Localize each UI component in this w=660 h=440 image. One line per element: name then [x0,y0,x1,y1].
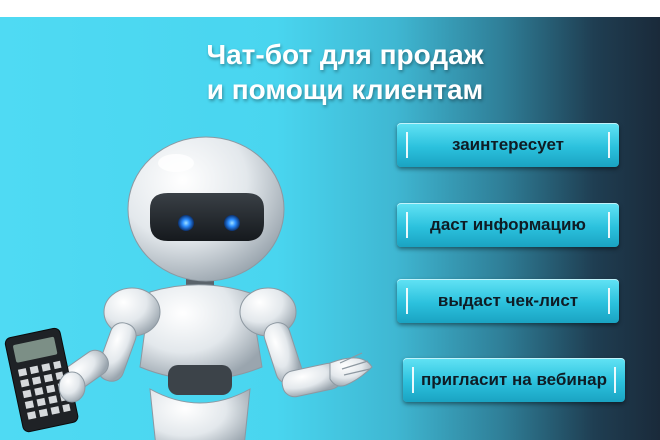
promo-banner: Чат-бот для продаж и помощи клиентам заи… [0,17,660,440]
robot-left-eye [178,215,194,231]
robot-right-eye [224,215,240,231]
robot-hips [149,388,251,440]
feature-button-label: пригласит на вебинар [421,370,607,389]
robot-illustration [4,136,373,440]
feature-button-info[interactable]: даст информацию [397,203,619,247]
banner-title-line-2: и помощи клиентам [206,74,484,105]
banner-title: Чат-бот для продаж и помощи клиентам [150,37,540,107]
top-white-strip [0,0,660,17]
robot-waist [168,365,232,395]
feature-button-webinar[interactable]: пригласит на вебинар [403,358,625,402]
feature-button-label: выдаст чек-лист [437,291,579,310]
feature-button-checklist[interactable]: выдаст чек-лист [397,279,619,323]
feature-button-engage[interactable]: заинтересует [397,123,619,167]
banner-title-line-1: Чат-бот для продаж [206,39,484,70]
feature-button-label: заинтересует [451,135,565,154]
feature-button-label: даст информацию [430,215,586,234]
robot-visor [150,193,264,241]
robot-left-hand [58,371,86,403]
robot-head-highlight [158,154,194,172]
